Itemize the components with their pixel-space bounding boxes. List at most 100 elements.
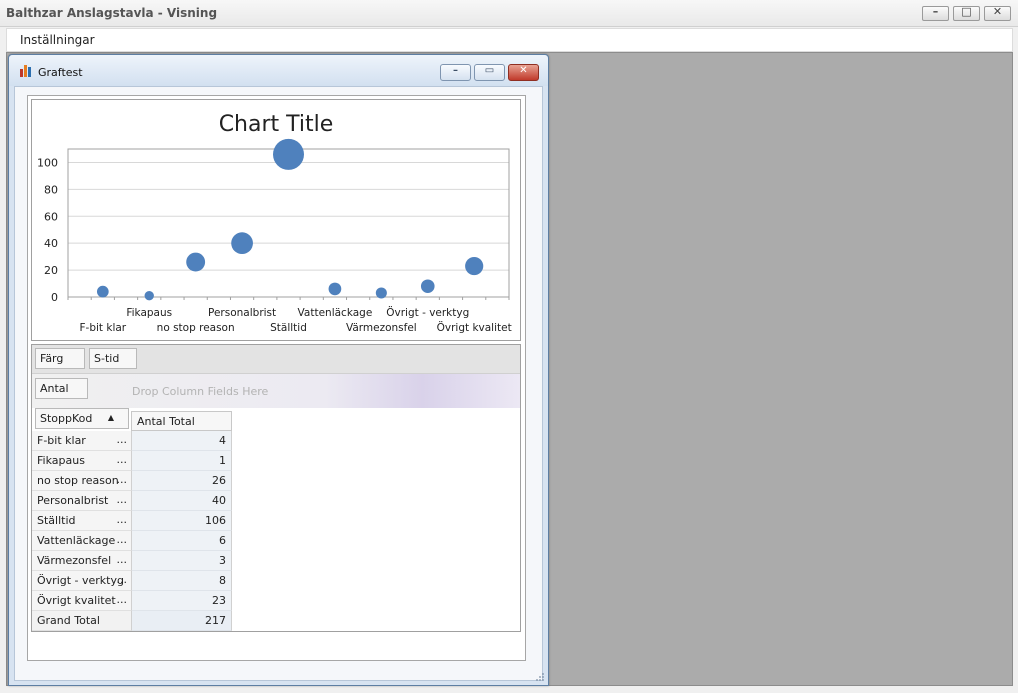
resize-grip-icon[interactable] [535, 672, 545, 682]
y-tick-label: 60 [44, 210, 58, 223]
x-category-label: Värmezonsfel [346, 322, 417, 334]
value-cell[interactable]: 40 [132, 491, 232, 511]
bubble-chart: Chart Title 0 20 40 60 80 100 F-bit klar Fikap… [37, 112, 512, 334]
close-icon: ✕ [992, 5, 1003, 18]
expand-ellipsis-button[interactable]: ... [117, 573, 128, 586]
row-label-cell[interactable]: no stop reason... [32, 471, 132, 491]
grand-total-row: Grand Total 217 [32, 611, 232, 631]
x-category-label: Personalbrist [208, 307, 276, 319]
row-label: Värmezonsfel [37, 554, 112, 567]
row-field-label: StoppKod [40, 412, 93, 425]
y-tick-label: 100 [37, 156, 58, 169]
menu-item-installningar[interactable]: Inställningar [20, 33, 95, 47]
child-window-title: Graftest [38, 66, 83, 79]
field-stoppkod[interactable]: StoppKod ▲ [35, 408, 129, 429]
expand-ellipsis-button[interactable]: ... [117, 533, 128, 546]
row-label: Personalbrist [37, 494, 109, 507]
row-label-cell[interactable]: F-bit klar... [32, 431, 132, 451]
data-point-4[interactable] [273, 138, 304, 170]
expand-ellipsis-button[interactable]: ... [117, 433, 128, 446]
table-row[interactable]: F-bit klar... 4 [32, 431, 232, 451]
chart-title: Chart Title [219, 112, 334, 137]
y-tick-label: 0 [51, 291, 58, 304]
data-point-0[interactable] [96, 285, 109, 298]
table-row[interactable]: Värmezonsfel... 3 [32, 551, 232, 571]
table-row[interactable]: Övrigt kvalitet... 23 [32, 591, 232, 611]
column-header-antal-total: Antal Total [131, 411, 232, 431]
row-label: no stop reason [37, 474, 119, 487]
menu-bar: Inställningar [6, 28, 1013, 52]
table-row[interactable]: Personalbrist... 40 [32, 491, 232, 511]
field-antal[interactable]: Antal [35, 378, 88, 399]
data-point-1[interactable] [144, 290, 154, 301]
data-point-8[interactable] [465, 256, 484, 276]
child-minimize-button[interactable]: – [440, 64, 471, 81]
column-drop-hint: Drop Column Fields Here [132, 385, 269, 398]
value-cell[interactable]: 4 [132, 431, 232, 451]
value-cell[interactable]: 6 [132, 531, 232, 551]
expand-ellipsis-button[interactable]: ... [117, 493, 128, 506]
x-category-label: Fikapaus [126, 307, 172, 319]
grand-total-value: 217 [132, 611, 232, 631]
row-label: Ställtid [37, 514, 76, 527]
data-point-6[interactable] [375, 287, 387, 299]
value-cell[interactable]: 23 [132, 591, 232, 611]
x-category-label: Ställtid [270, 322, 307, 334]
filter-area: Färg S-tid [32, 345, 520, 374]
row-label-cell[interactable]: Övrigt - verktyg... [32, 571, 132, 591]
row-label-cell[interactable]: Ställtid... [32, 511, 132, 531]
row-label: Fikapaus [37, 454, 85, 467]
value-cell[interactable]: 26 [132, 471, 232, 491]
window-title: Balthzar Anslagstavla - Visning [6, 6, 218, 20]
child-close-button[interactable]: ✕ [508, 64, 539, 81]
child-titlebar[interactable]: Graftest – ▭ ✕ [9, 55, 548, 86]
value-cell[interactable]: 1 [132, 451, 232, 471]
child-maximize-button[interactable]: ▭ [474, 64, 505, 81]
bar-chart-icon [20, 65, 31, 77]
minimize-icon: – [453, 65, 458, 76]
row-label-cell[interactable]: Fikapaus... [32, 451, 132, 471]
row-label-cell[interactable]: Personalbrist... [32, 491, 132, 511]
x-category-label: Övrigt - verktyg [386, 306, 469, 319]
data-point-7[interactable] [420, 279, 435, 294]
pivot-rows: F-bit klar... 4 Fikapaus... 1 no stop reason… [32, 431, 232, 631]
content-panel: Chart Title 0 20 40 60 80 100 F-bit klar Fikap… [27, 95, 526, 661]
data-area: Antal Drop Column Fields Here [32, 374, 520, 408]
expand-ellipsis-button[interactable]: ... [117, 453, 128, 466]
data-point-3[interactable] [231, 232, 253, 255]
data-point-5[interactable] [328, 282, 342, 296]
data-point-2[interactable] [186, 252, 206, 272]
expand-ellipsis-button[interactable]: ... [117, 593, 128, 606]
maximize-button[interactable]: □ [953, 5, 980, 21]
table-row[interactable]: Fikapaus... 1 [32, 451, 232, 471]
field-farg[interactable]: Färg [35, 348, 85, 369]
row-label: Övrigt - verktyg [37, 574, 124, 587]
value-cell[interactable]: 106 [132, 511, 232, 531]
plot-area [67, 148, 510, 298]
table-row[interactable]: no stop reason... 26 [32, 471, 232, 491]
row-label-cell[interactable]: Värmezonsfel... [32, 551, 132, 571]
table-row[interactable]: Vattenläckage... 6 [32, 531, 232, 551]
value-cell[interactable]: 3 [132, 551, 232, 571]
row-label-cell[interactable]: Vattenläckage... [32, 531, 132, 551]
maximize-icon: □ [961, 5, 972, 18]
minimize-button[interactable]: – [922, 5, 949, 21]
x-category-label: Övrigt kvalitet [437, 321, 512, 334]
minimize-icon: – [932, 5, 939, 18]
x-category-label: F-bit klar [80, 322, 127, 334]
table-row[interactable]: Ställtid... 106 [32, 511, 232, 531]
field-s-tid[interactable]: S-tid [89, 348, 137, 369]
row-label-cell[interactable]: Övrigt kvalitet... [32, 591, 132, 611]
sort-ascending-icon: ▲ [107, 413, 114, 422]
value-cell[interactable]: 8 [132, 571, 232, 591]
table-row[interactable]: Övrigt - verktyg... 8 [32, 571, 232, 591]
expand-ellipsis-button[interactable]: ... [117, 553, 128, 566]
row-label: F-bit klar [37, 434, 86, 447]
close-icon: ✕ [519, 65, 528, 76]
main-titlebar[interactable]: Balthzar Anslagstavla - Visning – □ ✕ [0, 0, 1018, 27]
expand-ellipsis-button[interactable]: ... [117, 513, 128, 526]
pivot-grid: Färg S-tid Antal Drop Column Fields Here… [31, 344, 521, 632]
close-button[interactable]: ✕ [984, 5, 1011, 21]
grand-total-label: Grand Total [32, 611, 132, 631]
expand-ellipsis-button[interactable]: ... [117, 473, 128, 486]
